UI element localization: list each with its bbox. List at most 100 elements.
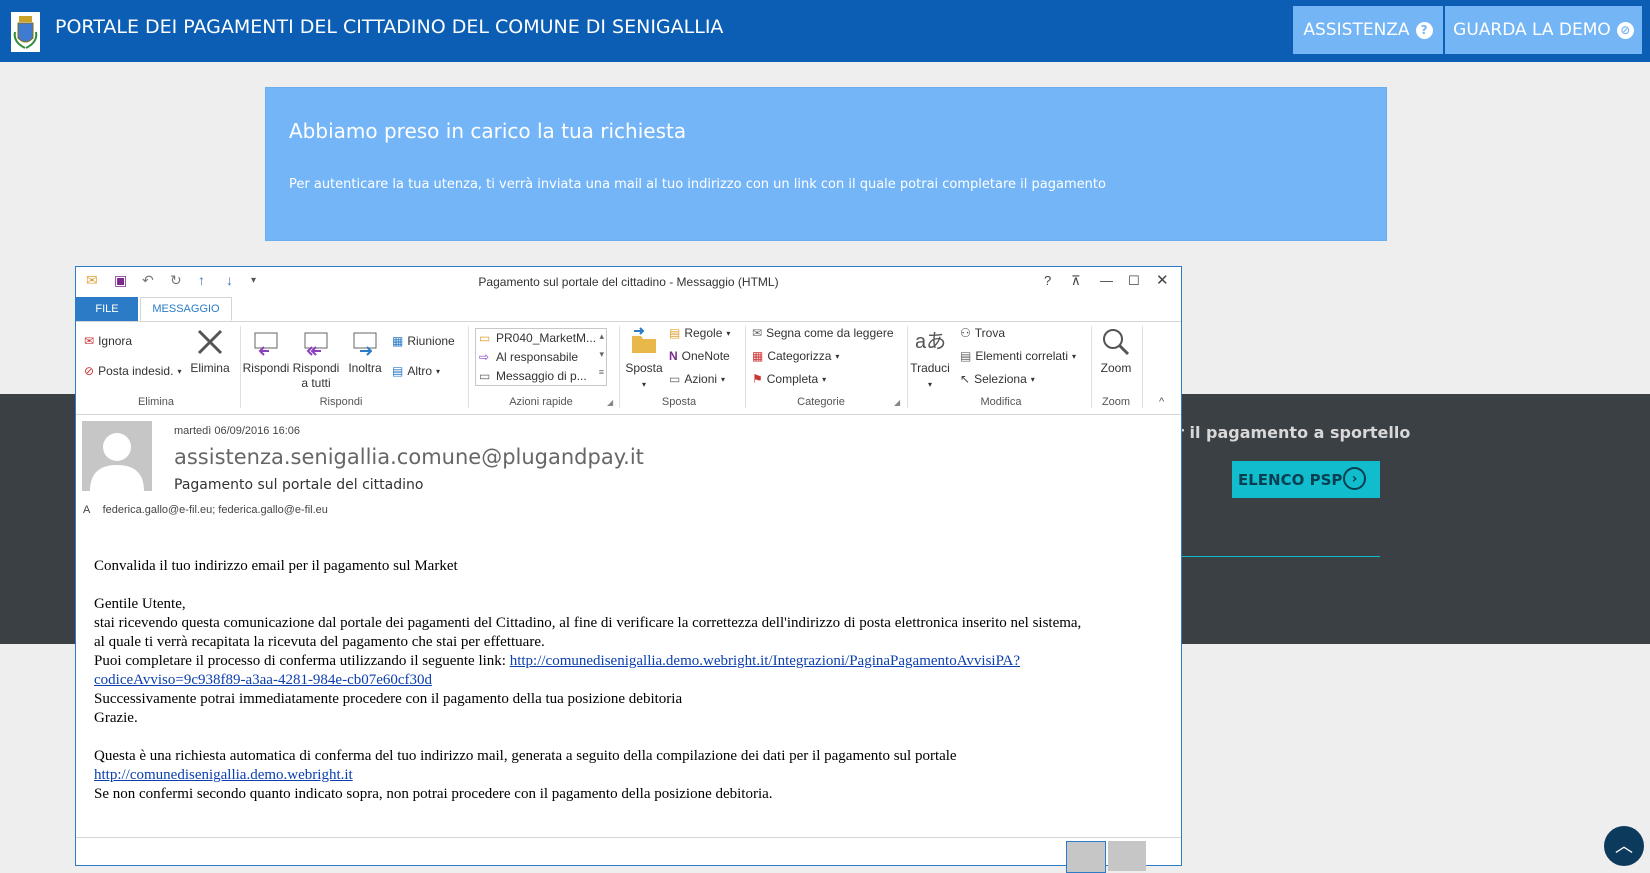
- zoom-label: Zoom: [1100, 361, 1132, 375]
- meeting-icon: ▦: [392, 334, 404, 348]
- trova-button[interactable]: ⚇ Trova: [960, 326, 1005, 340]
- body-line: Questa è una richiesta automatica di con…: [94, 748, 957, 764]
- related-items-icon: ▤: [960, 349, 972, 363]
- dialog-launcher-icon[interactable]: ◢: [894, 398, 900, 407]
- guarda-demo-button[interactable]: GUARDA LA DEMO ⊘: [1445, 6, 1642, 54]
- traduci-button[interactable]: aあ Traduci ▾: [910, 327, 950, 392]
- rispondi-tutti-label-1: Rispondi: [292, 361, 340, 375]
- quick-step-item[interactable]: ⇨ Al responsabile: [476, 348, 606, 367]
- elenco-psp-button[interactable]: ELENCO PSP ›: [1232, 461, 1380, 498]
- categorize-icon: ▦: [752, 349, 764, 363]
- ribbon-separator: [619, 326, 620, 408]
- translate-icon: aあ: [915, 331, 947, 353]
- riunione-label: Riunione: [407, 334, 455, 348]
- site-title: PORTALE DEI PAGAMENTI DEL CITTADINO DEL …: [55, 16, 724, 38]
- completa-label: Completa: [766, 372, 819, 386]
- dropdown-icon: ▾: [822, 374, 827, 384]
- dropdown-icon: ▾: [721, 374, 726, 384]
- to-addresses[interactable]: federica.gallo@e-fil.eu; federica.gallo@…: [103, 504, 328, 516]
- onenote-button[interactable]: N OneNote: [669, 349, 730, 363]
- ribbon-separator: [1091, 326, 1092, 408]
- posta-indesid-label: Posta indesid.: [98, 364, 174, 378]
- quick-step-item[interactable]: ▭ PR040_MarketM...: [476, 329, 606, 348]
- altro-label: Altro: [407, 364, 433, 378]
- reply-all-icon: [301, 327, 331, 357]
- regole-button[interactable]: ▤ Regole ▾: [669, 326, 730, 340]
- move-folder-icon: [629, 327, 659, 357]
- body-line: codiceAvviso=9c938f89-a3aa-4281-984e-cb0…: [94, 671, 1154, 690]
- trova-label: Trova: [974, 326, 1005, 340]
- ignora-label: Ignora: [98, 334, 133, 348]
- ribbon: ✉ Ignora ⊘ Posta indesid. ▾ Elimina Elimina…: [76, 322, 1181, 415]
- people-pane-avatar[interactable]: [1066, 841, 1106, 873]
- message-sender[interactable]: assistenza.senigallia.comune@plugandpay.…: [174, 445, 644, 469]
- assistenza-button[interactable]: ASSISTENZA ?: [1293, 6, 1443, 54]
- zoom-button[interactable]: Zoom: [1096, 327, 1136, 376]
- message-body: Convalida il tuo indirizzo email per il …: [94, 557, 1154, 804]
- rules-icon: ▤: [669, 326, 681, 340]
- maximize-icon[interactable]: ☐: [1128, 273, 1140, 289]
- body-line: al quale ti verrà recapitata la ricevuta…: [94, 634, 545, 650]
- body-text: Puoi completare il processo di conferma …: [94, 653, 510, 669]
- forward-icon: [350, 327, 380, 357]
- riunione-button[interactable]: ▦ Riunione: [392, 334, 455, 348]
- ignora-button[interactable]: ✉ Ignora: [84, 334, 132, 348]
- traduci-label: Traduci: [910, 361, 950, 375]
- rispondi-a-tutti-button[interactable]: Rispondi a tutti: [292, 327, 340, 391]
- forward-icon: ⇨: [479, 350, 490, 364]
- assistenza-label: ASSISTENZA: [1303, 20, 1410, 40]
- sender-avatar: [82, 421, 152, 491]
- sposta-button[interactable]: Sposta ▾: [624, 327, 664, 392]
- altro-button[interactable]: ▤ Altro ▾: [392, 364, 440, 378]
- segna-come-da-leggere-button[interactable]: ✉ Segna come da leggere: [752, 326, 894, 340]
- onenote-label: OneNote: [681, 349, 730, 363]
- group-label-categorie: Categorie: [797, 396, 845, 408]
- quick-step-item[interactable]: ▭ Messaggio di p...: [476, 367, 606, 386]
- confirm-link-continued[interactable]: codiceAvviso=9c938f89-a3aa-4281-984e-cb0…: [94, 672, 432, 688]
- help-icon[interactable]: ?: [1044, 273, 1051, 288]
- confirm-link[interactable]: http://comunedisenigallia.demo.webright.…: [510, 653, 1020, 669]
- dialog-launcher-icon[interactable]: ◢: [607, 398, 613, 407]
- group-label-sposta: Sposta: [661, 396, 697, 408]
- segna-label: Segna come da leggere: [766, 326, 894, 340]
- people-pane-avatar[interactable]: [1108, 841, 1146, 871]
- seleziona-label: Seleziona: [974, 372, 1027, 386]
- rispondi-button[interactable]: Rispondi: [242, 327, 290, 376]
- comune-crest-logo: [11, 12, 40, 52]
- completa-button[interactable]: ⚑ Completa ▾: [752, 372, 826, 386]
- quick-step-label: Al responsabile: [496, 350, 579, 364]
- ribbon-separator: [468, 326, 469, 408]
- tab-file[interactable]: FILE: [76, 297, 138, 321]
- scroll-up-icon[interactable]: ▴: [599, 331, 604, 342]
- delete-icon: [195, 327, 225, 357]
- quick-steps-gallery[interactable]: ▭ PR040_MarketM... ⇨ Al responsabile ▭ Mess…: [475, 328, 607, 386]
- portal-link[interactable]: http://comunedisenigallia.demo.webright.…: [94, 767, 353, 783]
- elementi-correlati-button[interactable]: ▤ Elementi correlati ▾: [960, 349, 1076, 363]
- close-icon[interactable]: ✕: [1156, 271, 1169, 289]
- expand-gallery-icon[interactable]: ≡: [599, 367, 604, 377]
- tab-messaggio[interactable]: MESSAGGIO: [140, 297, 232, 321]
- ribbon-display-icon[interactable]: ⊼: [1071, 273, 1081, 289]
- group-label-azioni-rapide: Azioni rapide: [509, 396, 573, 408]
- posta-indesiderata-button[interactable]: ⊘ Posta indesid. ▾: [84, 364, 181, 378]
- inoltra-button[interactable]: Inoltra: [343, 327, 387, 376]
- elimina-button[interactable]: Elimina: [189, 327, 231, 376]
- scroll-top-button[interactable]: ︿: [1604, 826, 1644, 866]
- elimina-label: Elimina: [190, 361, 230, 375]
- body-line: http://comunedisenigallia.demo.webright.…: [94, 766, 1154, 785]
- dropdown-icon: ▾: [1072, 351, 1077, 361]
- scroll-down-icon[interactable]: ▾: [599, 349, 604, 360]
- seleziona-button[interactable]: ↖ Seleziona ▾: [960, 372, 1035, 386]
- collapse-ribbon-icon[interactable]: ^: [1159, 396, 1164, 408]
- psp-text: r il pagamento a sportello: [1176, 423, 1411, 442]
- group-label-modifica: Modifica: [980, 396, 1022, 408]
- ignore-icon: ✉: [84, 334, 95, 348]
- flag-icon: ⚑: [752, 372, 763, 386]
- minimize-icon[interactable]: —: [1100, 273, 1113, 288]
- categorizza-button[interactable]: ▦ Categorizza ▾: [752, 349, 839, 363]
- alert-title: Abbiamo preso in carico la tua richiesta: [289, 119, 687, 143]
- sposta-label: Sposta: [625, 361, 663, 375]
- message-recipients: A federica.gallo@e-fil.eu; federica.gall…: [83, 504, 328, 516]
- azioni-button[interactable]: ▭ Azioni ▾: [669, 372, 725, 386]
- inoltra-label: Inoltra: [348, 361, 382, 375]
